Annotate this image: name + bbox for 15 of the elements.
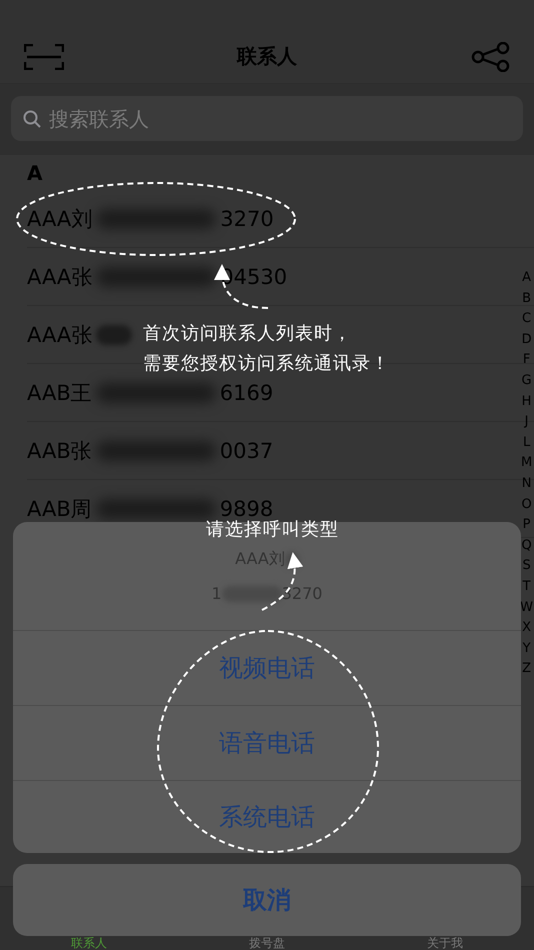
search-field[interactable]: 搜索联系人 [11, 96, 523, 141]
hint-text: 请选择呼叫类型 [206, 518, 339, 542]
tab[interactable]: 关于我 [417, 937, 473, 950]
hint-text: 首次访问联系人列表时， [143, 322, 352, 346]
cancel-button[interactable]: 取消 [13, 864, 521, 936]
tab[interactable]: 拨号盘 [239, 937, 295, 950]
share-icon[interactable] [470, 42, 510, 72]
search-icon [23, 110, 41, 128]
call-option[interactable]: 系统电话 [13, 781, 521, 853]
redaction-blur [96, 324, 132, 344]
call-option[interactable]: 语音电话 [13, 706, 521, 781]
call-option[interactable]: 视频电话 [13, 631, 521, 706]
tab[interactable]: 联系人 [61, 937, 117, 950]
scan-icon[interactable] [24, 44, 64, 70]
hint-text: 需要您授权访问系统通讯录！ [143, 352, 390, 376]
